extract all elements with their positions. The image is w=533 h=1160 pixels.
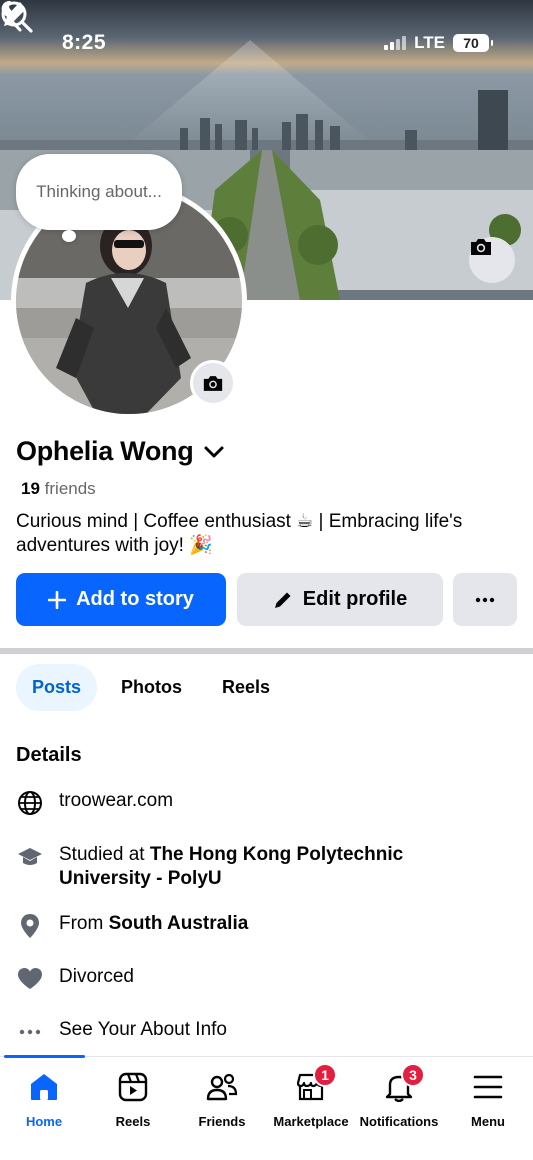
notifications-badge: 3: [401, 1063, 425, 1087]
hometown-text: From South Australia: [59, 912, 248, 936]
more-options-button[interactable]: [453, 573, 517, 626]
detail-website[interactable]: troowear.com: [16, 789, 173, 817]
nav-menu[interactable]: Menu: [443, 1069, 533, 1129]
nav-marketplace[interactable]: 1 Marketplace: [266, 1063, 356, 1129]
network-type: LTE: [414, 33, 445, 52]
profile-bio: Curious mind | Coffee enthusiast ☕ | Emb…: [16, 511, 463, 556]
more-dots-icon: [475, 597, 495, 602]
profile-camera-button[interactable]: [190, 360, 236, 406]
edit-profile-button[interactable]: Edit profile: [237, 573, 443, 626]
camera-icon: [203, 375, 223, 391]
thought-bubble[interactable]: Thinking about...: [16, 154, 182, 230]
pencil-icon: [274, 592, 291, 608]
nav-friends[interactable]: Friends: [177, 1069, 267, 1129]
friends-number: 19: [21, 479, 40, 498]
graduation-cap-icon: [16, 843, 44, 871]
thought-bubble-tail: [62, 230, 76, 242]
signal-icon: [384, 36, 407, 50]
globe-icon: [16, 789, 44, 817]
detail-relationship: Divorced: [16, 965, 134, 993]
nav-reels[interactable]: Reels: [88, 1069, 178, 1129]
tab-posts[interactable]: Posts: [16, 664, 98, 711]
profile-tabs: Posts Photos Reels: [16, 664, 294, 711]
nav-home-label: Home: [25, 1114, 63, 1129]
heart-icon: [16, 965, 44, 993]
nav-marketplace-label: Marketplace: [273, 1114, 349, 1129]
detail-education: Studied at The Hong Kong Polytechnic Uni…: [16, 843, 496, 891]
section-divider: [0, 648, 533, 654]
nav-home[interactable]: Home: [0, 1069, 89, 1129]
nav-friends-label: Friends: [198, 1114, 246, 1129]
tab-photos[interactable]: Photos: [105, 664, 198, 711]
detail-about-info[interactable]: See Your About Info: [16, 1018, 227, 1046]
about-info-link[interactable]: See Your About Info: [59, 1018, 227, 1042]
bottom-navigation: Home Reels Friends 1 Marketplace 3 Notif…: [0, 1055, 533, 1160]
profile-name-row[interactable]: Ophelia Wong: [16, 436, 225, 467]
profile-name: Ophelia Wong: [16, 436, 194, 466]
active-tab-indicator: [4, 1055, 85, 1058]
reels-icon: [115, 1069, 151, 1105]
hometown-place[interactable]: South Australia: [109, 913, 249, 934]
plus-icon: [48, 590, 67, 609]
marketplace-icon: 1: [293, 1063, 337, 1105]
relationship-text: Divorced: [59, 966, 134, 987]
tab-reels[interactable]: Reels: [206, 664, 286, 711]
status-indicators: LTE 70: [384, 33, 493, 53]
camera-icon: [471, 239, 491, 255]
nav-notifications-label: Notifications: [359, 1114, 439, 1129]
location-pin-icon: [16, 912, 44, 940]
hometown-prefix: From: [59, 913, 109, 934]
add-to-story-label: Add to story: [76, 588, 194, 610]
edit-profile-label: Edit profile: [302, 588, 408, 610]
status-time: 8:25: [62, 31, 107, 54]
nav-menu-label: Menu: [471, 1114, 505, 1129]
friends-icon: [204, 1069, 240, 1105]
battery-icon: 70: [453, 34, 493, 52]
add-to-story-button[interactable]: Add to story: [16, 573, 226, 626]
bell-icon: 3: [381, 1063, 425, 1105]
detail-hometown: From South Australia: [16, 912, 248, 940]
menu-icon: [470, 1069, 506, 1105]
details-heading: Details: [16, 744, 82, 766]
education-text: Studied at The Hong Kong Polytechnic Uni…: [59, 843, 496, 891]
chevron-down-icon[interactable]: [203, 445, 225, 459]
friends-count[interactable]: 19 friends: [21, 479, 96, 499]
more-dots-icon: [16, 1018, 44, 1046]
website-link[interactable]: troowear.com: [59, 789, 173, 813]
nav-notifications[interactable]: 3 Notifications: [354, 1063, 444, 1129]
marketplace-badge: 1: [313, 1063, 337, 1087]
friends-label: friends: [44, 479, 96, 498]
home-icon: [26, 1069, 62, 1105]
cover-camera-button[interactable]: [469, 237, 515, 283]
nav-reels-label: Reels: [115, 1114, 151, 1129]
search-icon[interactable]: [0, 0, 34, 34]
education-prefix: Studied at: [59, 844, 150, 865]
